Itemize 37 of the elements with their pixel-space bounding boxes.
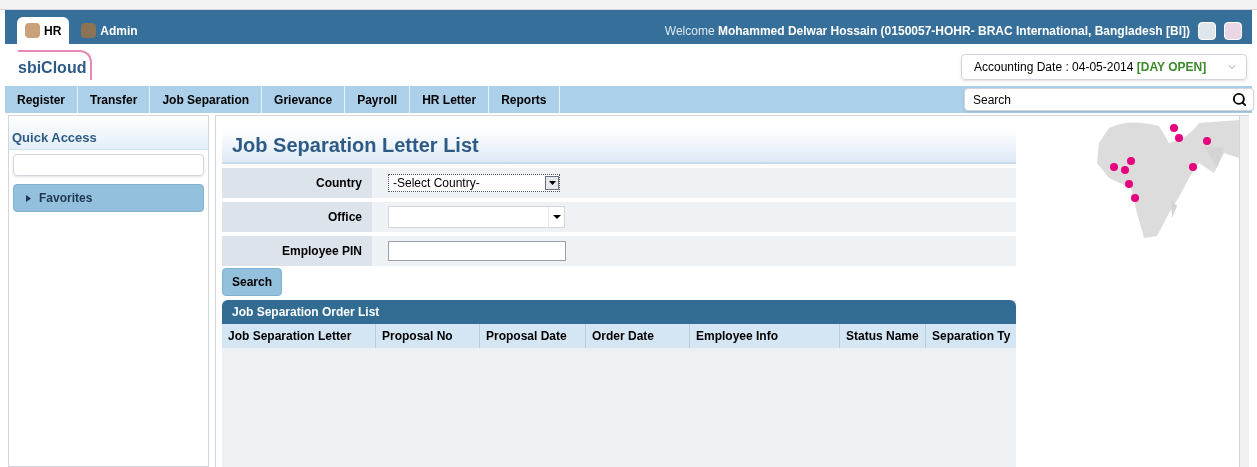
nav-item[interactable]: Job Separation <box>150 86 263 113</box>
welcome-text: Welcome Mohammed Delwar Hossain (0150057-HOHR- BRAC International, Bangladesh [BI]) <box>664 22 1190 40</box>
nav-item[interactable]: Transfer <box>78 86 151 113</box>
search-icon[interactable] <box>1232 92 1247 107</box>
nav-item[interactable]: Payroll <box>345 86 411 113</box>
nav-item[interactable]: Reports <box>489 86 560 113</box>
field-label: Country <box>222 168 372 198</box>
quick-access-field[interactable] <box>13 154 204 176</box>
column-header[interactable]: Order Date <box>586 324 690 348</box>
scrollbar[interactable] <box>1239 116 1249 467</box>
accounting-date-dropdown[interactable]: Accounting Date : 04-05-2014 [DAY OPEN] <box>961 54 1247 80</box>
country-select[interactable]: -Select Country- <box>388 174 560 192</box>
accounting-date: Accounting Date : 04-05-2014 <box>974 60 1134 74</box>
nav-item[interactable]: Grievance <box>262 86 346 113</box>
expand-arrow-icon <box>26 194 31 202</box>
column-header[interactable]: Job Separation Letter <box>222 324 376 348</box>
grid-title: Job Separation Order List <box>222 300 1016 324</box>
column-header[interactable]: Proposal Date <box>480 324 586 348</box>
office-combobox[interactable] <box>388 206 565 228</box>
nav-item[interactable]: Register <box>5 86 79 113</box>
page-title: Job Separation Letter List <box>222 130 1016 164</box>
app-tab[interactable]: HR <box>17 17 70 44</box>
dropdown-arrow-icon <box>548 207 564 227</box>
employee-pin-field[interactable] <box>388 241 566 261</box>
column-header[interactable]: Employee Info <box>690 324 840 348</box>
column-header[interactable]: Proposal No <box>376 324 480 348</box>
search-button[interactable]: Search <box>222 268 282 296</box>
favorites-header[interactable]: Favorites <box>13 184 204 212</box>
field-label: Employee PIN <box>222 236 372 266</box>
nav-item[interactable]: HR Letter <box>410 86 490 113</box>
day-status: [DAY OPEN] <box>1136 60 1207 74</box>
field-label: Office <box>222 202 372 232</box>
app-tab[interactable]: Admin <box>73 17 146 44</box>
logo: sbiCloud <box>18 50 93 80</box>
search-field[interactable]: Search <box>964 88 1254 111</box>
column-header[interactable]: Status Name <box>840 324 926 348</box>
column-header[interactable]: Separation Ty <box>926 324 1016 348</box>
